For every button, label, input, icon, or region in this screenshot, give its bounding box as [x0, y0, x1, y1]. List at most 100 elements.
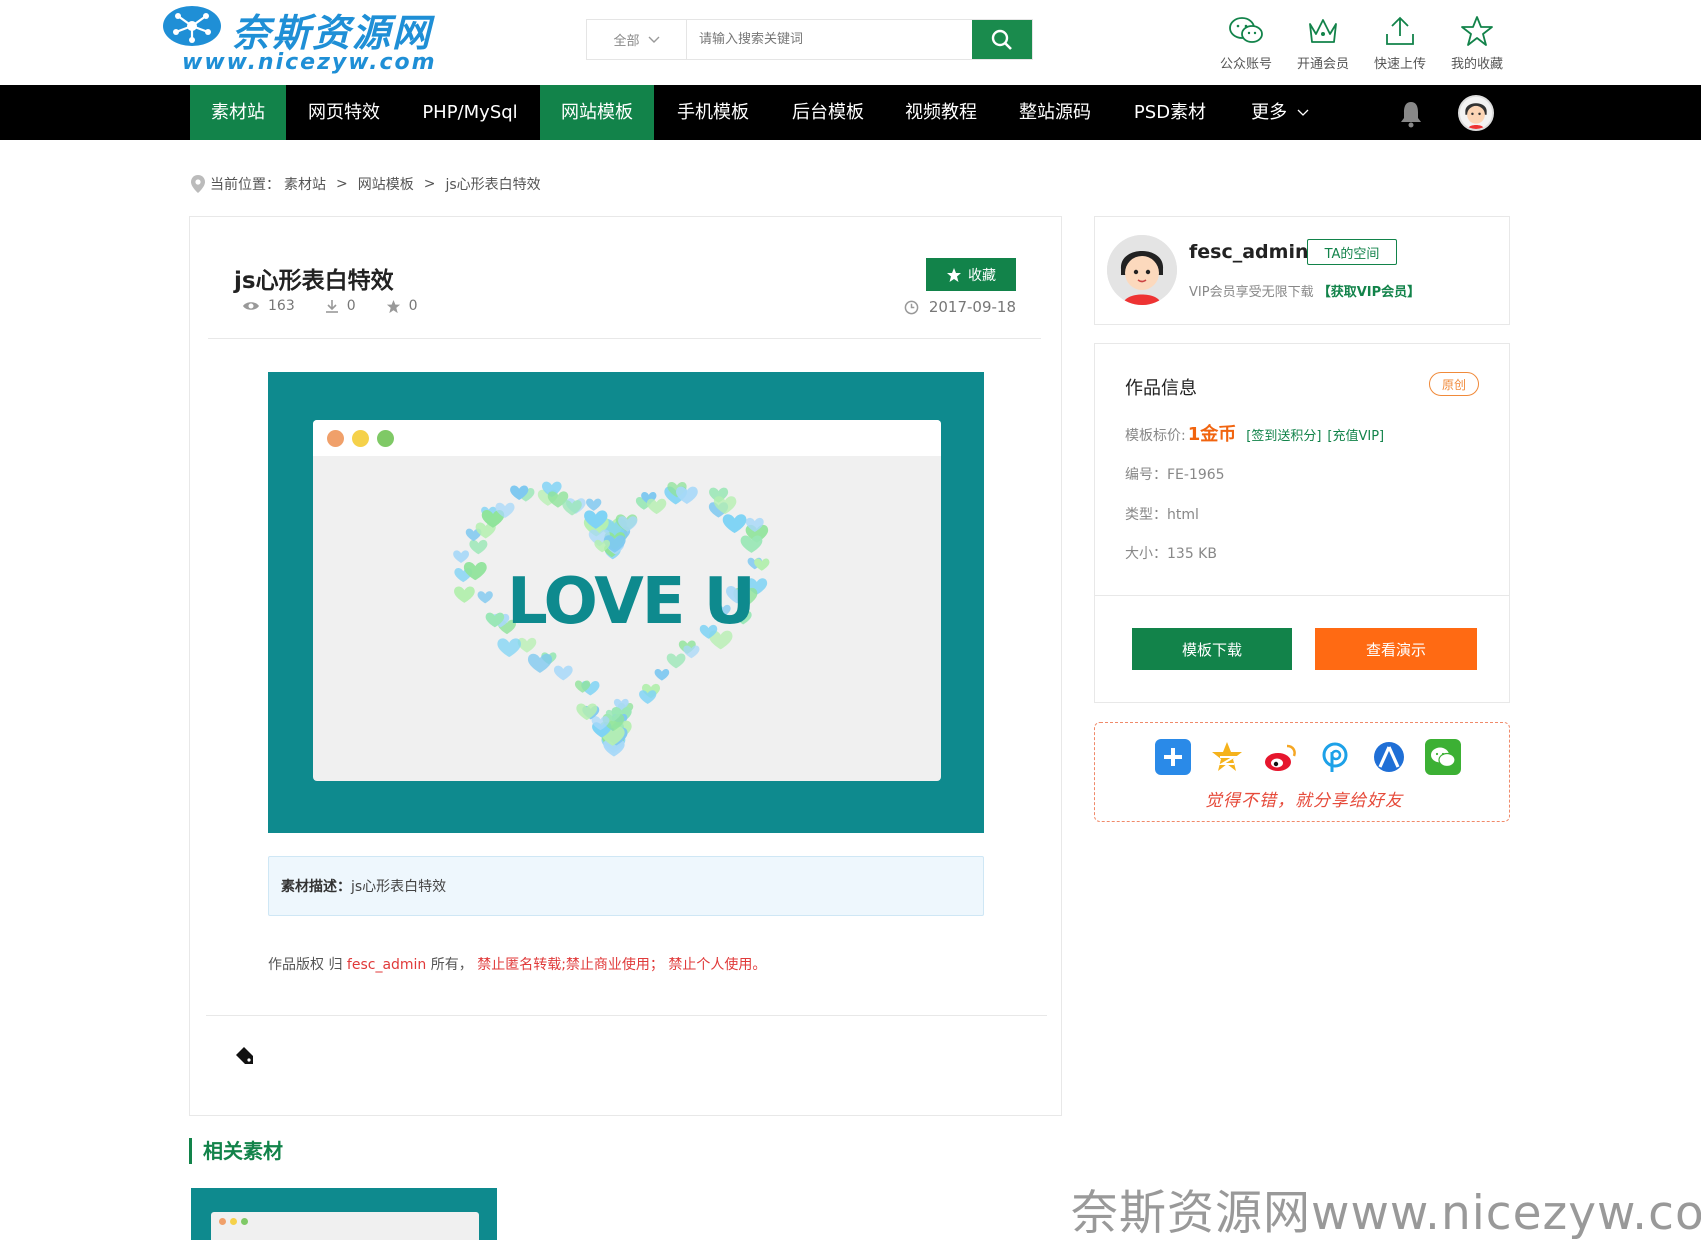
breadcrumb-sep: > [423, 176, 436, 192]
views-stat: 163 [242, 298, 295, 314]
view-demo-button[interactable]: 查看演示 [1315, 628, 1477, 670]
breadcrumb-sep: > [336, 176, 348, 192]
type-label: 类型： [1125, 507, 1167, 523]
bell-icon[interactable] [1396, 99, 1426, 129]
breadcrumb-item[interactable]: 网站模板 [358, 174, 414, 194]
upload-icon [1386, 16, 1414, 45]
code-row: 编号： FE-1965 [1125, 464, 1225, 484]
pinterest-icon[interactable] [1317, 739, 1353, 775]
nav-item-video[interactable]: 视频教程 [893, 85, 989, 140]
quick-label: 快速上传 [1373, 57, 1426, 72]
nav-item-admin[interactable]: 后台模板 [780, 85, 876, 140]
renren-logo-icon [1374, 742, 1404, 772]
breadcrumb-item[interactable]: 素材站 [284, 174, 326, 194]
recharge-vip-link[interactable]: [充值VIP] [1327, 425, 1384, 444]
nav-item-sucai[interactable]: 素材站 [190, 85, 286, 140]
share-plus-icon[interactable] [1155, 739, 1191, 775]
watermark: 奈斯资源网www.nicezyw.com [1071, 1186, 1701, 1241]
qzone-icon[interactable] [1209, 739, 1245, 775]
heart-particle [722, 514, 747, 534]
heart-particle [646, 498, 667, 515]
code-label: 编号： [1125, 467, 1167, 483]
vip-promo: VIP会员享受无限下载 【获取VIP会员】 [1189, 281, 1420, 300]
search-bar: 全部 [586, 19, 1033, 60]
breadcrumb-prefix: 当前位置： [210, 177, 280, 193]
views-count: 163 [268, 298, 295, 314]
size-label: 大小： [1125, 546, 1167, 562]
info-title: 作品信息 [1125, 378, 1197, 399]
share-slogan: 觉得不错，就分享给好友 [1205, 791, 1403, 811]
search-button[interactable] [972, 20, 1032, 59]
nav-item-webfx[interactable]: 网页特效 [296, 85, 392, 140]
article-card: js心形表白特效 收藏 163 0 0 2017-09-18 LOVE U 素材… [189, 216, 1062, 1116]
chevron-down-icon [1297, 109, 1309, 116]
price-value: 1金币 [1187, 424, 1237, 445]
search-category-select[interactable]: 全部 [587, 20, 687, 59]
type-row: 类型： html [1125, 504, 1199, 524]
renren-icon[interactable] [1371, 739, 1407, 775]
nav-item-php[interactable]: PHP/MySql [412, 85, 528, 140]
site-logo[interactable]: 奈斯资源网 www.nicezyw.com [160, 2, 480, 78]
related-item-thumbnail[interactable] [191, 1188, 497, 1240]
search-icon [991, 29, 1012, 50]
quick-label: 开通会员 [1296, 57, 1349, 72]
main-nav: 素材站 网页特效 PHP/MySql 网站模板 手机模板 后台模板 视频教程 整… [0, 85, 1701, 140]
chevron-down-icon [648, 36, 659, 43]
user-avatar[interactable] [1458, 95, 1494, 131]
weibo-logo-icon [1265, 744, 1296, 771]
avatar-face-icon [1460, 97, 1492, 129]
weibo-icon[interactable] [1263, 739, 1299, 775]
nav-item-psd[interactable]: PSD素材 [1122, 85, 1218, 140]
get-vip-link[interactable]: 【获取VIP会员】 [1318, 285, 1420, 300]
top-header: 奈斯资源网 www.nicezyw.com 全部 公众账号 开通会员 快速上传 … [0, 0, 1701, 85]
quick-wechat[interactable]: 公众账号 [1211, 14, 1281, 72]
original-badge: 原创 [1429, 372, 1479, 396]
copyright-mid: 所有， [426, 957, 478, 973]
window-dot [230, 1218, 237, 1225]
stars-stat: 0 [386, 298, 418, 314]
plus-icon [1164, 748, 1182, 766]
nav-more-label: 更多 [1251, 102, 1288, 123]
avatar-face-icon [1107, 235, 1177, 305]
nav-item-mobile[interactable]: 手机模板 [665, 85, 761, 140]
nav-item-more[interactable]: 更多 [1240, 85, 1320, 140]
heart-particle [497, 638, 521, 658]
copyright-prefix: 作品版权 归 [268, 957, 347, 973]
quick-upload[interactable]: 快速上传 [1365, 14, 1435, 72]
quick-vip[interactable]: 开通会员 [1288, 14, 1358, 72]
checkin-points-link[interactable]: [签到送积分] [1246, 425, 1321, 444]
favorite-button[interactable]: 收藏 [926, 258, 1016, 291]
window-dot [219, 1218, 226, 1225]
nav-item-sitetpl[interactable]: 网站模板 [540, 85, 654, 140]
copyright-author-link[interactable]: fesc_admin [347, 957, 426, 973]
heart-particle [527, 653, 553, 673]
divider [208, 338, 1041, 339]
type-value: html [1167, 507, 1199, 523]
wechat-share-icon[interactable] [1425, 739, 1461, 775]
publish-date: 2017-09-18 [904, 298, 1016, 316]
stars-count: 0 [408, 298, 418, 314]
search-input[interactable] [687, 20, 972, 59]
location-pin-icon [191, 175, 205, 193]
price-label: 模板标价: [1125, 428, 1186, 444]
window-dot [377, 429, 394, 447]
crown-icon [1309, 19, 1337, 43]
size-value: 135 KB [1167, 546, 1217, 562]
share-icons [1155, 739, 1461, 775]
divider [206, 1015, 1047, 1016]
wechat-icon [1229, 17, 1263, 43]
heart-particle [454, 586, 475, 603]
author-avatar[interactable] [1107, 235, 1177, 305]
copyright-notice: 作品版权 归 fesc_admin 所有， 禁止匿名转载;禁止商业使用； 禁止个… [268, 954, 766, 974]
description-label: 素材描述： [281, 879, 351, 895]
author-space-button[interactable]: TA的空间 [1307, 239, 1397, 265]
author-name[interactable]: fesc_admin [1189, 241, 1308, 263]
download-button[interactable]: 模板下载 [1132, 628, 1292, 670]
quick-favorites[interactable]: 我的收藏 [1442, 14, 1512, 72]
downloads-stat: 0 [325, 298, 356, 314]
preview-love-text: LOVE U [507, 565, 756, 639]
price-row: 模板标价: 1金币 [签到送积分] [充值VIP] [1125, 420, 1384, 446]
related-thumb-browser [211, 1212, 479, 1240]
star-icon [386, 299, 400, 313]
nav-item-source[interactable]: 整站源码 [1007, 85, 1103, 140]
